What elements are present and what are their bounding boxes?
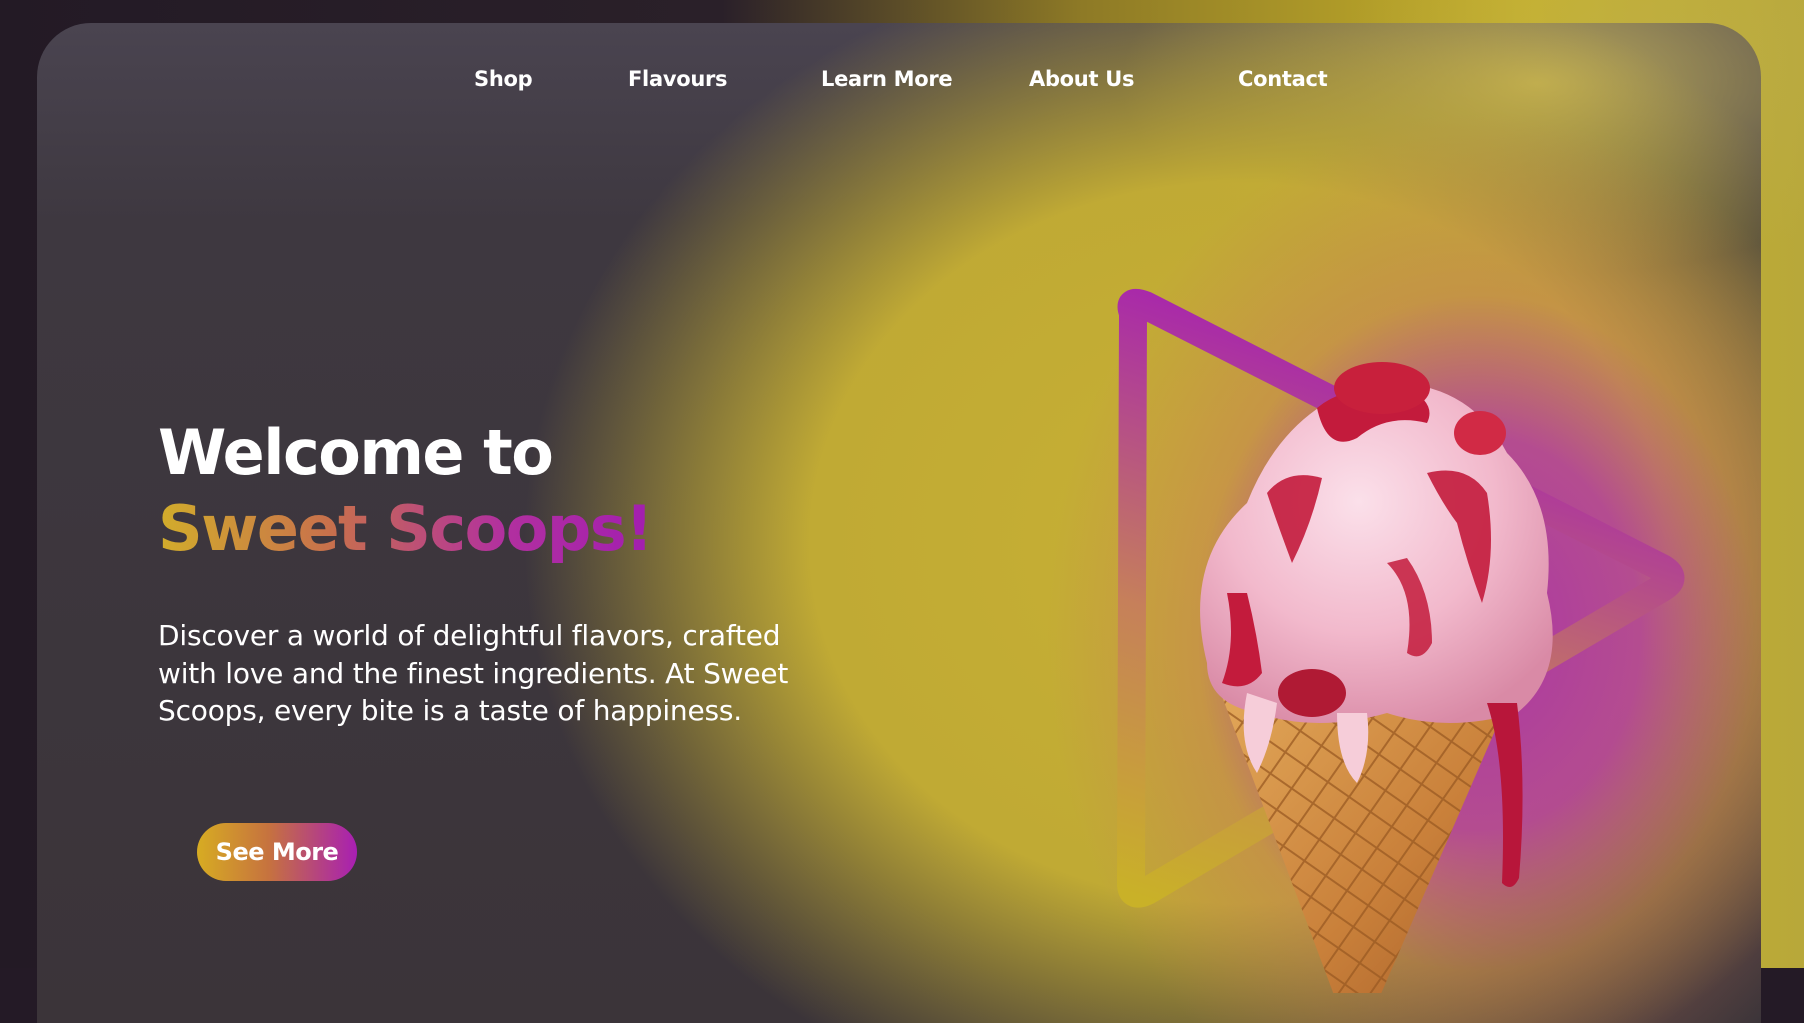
see-more-button[interactable]: See More — [197, 823, 357, 881]
nav-learn-more[interactable]: Learn More — [821, 67, 953, 91]
nav-shop[interactable]: Shop — [474, 67, 533, 91]
hero-title: Welcome to Sweet Scoops! — [158, 415, 653, 567]
ice-cream-cone-image — [1200, 362, 1553, 993]
hero-title-brand: Sweet Scoops! — [158, 492, 653, 565]
hero-artwork — [1087, 263, 1761, 993]
hero-card: Shop Flavours Learn More About Us Contac… — [37, 23, 1761, 1023]
hero-description: Discover a world of delightful flavors, … — [158, 619, 789, 727]
hero-title-line1: Welcome to — [158, 416, 554, 489]
nav-contact[interactable]: Contact — [1238, 67, 1328, 91]
main-nav: Shop Flavours Learn More About Us Contac… — [37, 67, 1761, 103]
nav-about-us[interactable]: About Us — [1029, 67, 1134, 91]
nav-flavours[interactable]: Flavours — [628, 67, 728, 91]
